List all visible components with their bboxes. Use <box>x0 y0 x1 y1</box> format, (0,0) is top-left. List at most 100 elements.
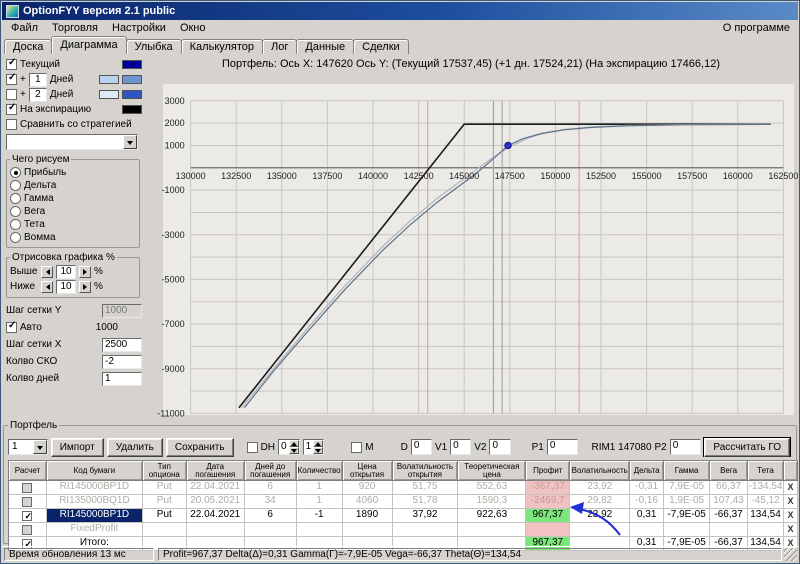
column-header[interactable]: Расчет <box>9 461 47 481</box>
save-button[interactable]: Сохранить <box>165 437 234 457</box>
sko-field[interactable]: -2 <box>102 354 142 369</box>
m-checkbox[interactable] <box>351 441 363 453</box>
tab-log[interactable]: Лог <box>262 39 298 54</box>
above-percent-field[interactable]: 10 <box>56 264 76 279</box>
p1-field[interactable]: 0 <box>546 439 579 455</box>
row-checkbox[interactable] <box>22 524 33 535</box>
column-header[interactable]: Волатильность открытия <box>392 461 459 481</box>
d-field[interactable]: 0 <box>410 439 432 455</box>
chevron-down-icon[interactable] <box>123 134 137 149</box>
v2-field[interactable]: 0 <box>489 439 511 455</box>
column-header[interactable]: Дата погашения <box>186 461 245 481</box>
tab-dannye[interactable]: Данные <box>296 39 355 54</box>
table-row[interactable]: FixedProfit X <box>9 523 798 537</box>
remove-row-button[interactable]: X <box>783 523 798 537</box>
column-header[interactable]: Волатильность <box>570 461 631 481</box>
below-percent-field[interactable]: 10 <box>56 279 76 294</box>
remove-row-button[interactable]: X <box>783 509 798 523</box>
plus2-checkbox[interactable] <box>6 89 17 100</box>
plus2-days-field[interactable]: 2 <box>28 87 47 102</box>
tab-kalkulyator[interactable]: Калькулятор <box>180 39 264 54</box>
calc-go-button[interactable]: Рассчитать ГО <box>704 437 790 457</box>
tab-ulybka[interactable]: Улыбка <box>125 39 182 54</box>
table-row[interactable]: RI135000BQ1D Put 20.05.2021 34 1 4060 51,78 159… <box>9 495 798 509</box>
chevron-down-icon[interactable] <box>32 440 47 454</box>
code-cell[interactable]: RI145000BP1D <box>46 509 143 523</box>
column-header[interactable]: Дельта <box>630 461 665 481</box>
column-header[interactable]: Теоретическая цена <box>458 461 527 481</box>
radio-vomma[interactable] <box>10 232 21 243</box>
column-header[interactable]: Количество <box>296 461 343 481</box>
resize-grip[interactable] <box>784 548 797 561</box>
plus1-days-field[interactable]: 1 <box>28 72 47 87</box>
grid-x-row: Шаг сетки X 2500 <box>6 336 142 353</box>
below-decrease-button[interactable] <box>41 280 53 293</box>
spinner-icon[interactable] <box>313 440 324 454</box>
tab-diagramma[interactable]: Диаграмма <box>51 36 127 54</box>
grid-y-field[interactable]: 1000 <box>102 303 142 318</box>
above-decrease-button[interactable] <box>41 265 53 278</box>
current-checkbox[interactable] <box>6 57 17 70</box>
titlebar[interactable]: OptionFYY версия 2.1 public <box>2 2 798 20</box>
menu-torgovlya[interactable]: Торговля <box>45 21 105 35</box>
spinner-icon[interactable] <box>288 440 299 454</box>
delete-button[interactable]: Удалить <box>106 437 163 457</box>
code-cell[interactable]: RI135000BQ1D <box>46 495 143 509</box>
below-increase-button[interactable] <box>79 280 91 293</box>
menu-fayl[interactable]: Файл <box>4 21 45 35</box>
profit-chart[interactable]: 3000 2000 1000 -1000 -3000 -5000 -7000 -9000 -11… <box>145 74 798 419</box>
auto-checkbox[interactable] <box>6 320 17 333</box>
portfolio-number-select[interactable]: 1 <box>8 439 48 455</box>
tab-sdelki[interactable]: Сделки <box>353 39 409 54</box>
import-button[interactable]: Импорт <box>50 437 104 457</box>
menu-nastroyki[interactable]: Настройки <box>105 21 173 35</box>
dh-spin-1[interactable]: 0 <box>278 439 300 455</box>
row-checkbox[interactable] <box>22 482 33 493</box>
spin-down-icon[interactable] <box>288 447 299 454</box>
spin-up-icon[interactable] <box>313 440 324 447</box>
days-count-field[interactable]: 1 <box>102 371 142 386</box>
row-checkbox[interactable] <box>22 510 33 522</box>
table-row[interactable]: RI145000BP1D Put 22.04.2021 6 1 920 51,75 552,6… <box>9 481 798 495</box>
menu-okno[interactable]: Окно <box>173 21 213 35</box>
svg-text:130000: 130000 <box>176 171 206 181</box>
code-cell[interactable]: FixedProfit <box>46 523 143 537</box>
radio-teta[interactable] <box>10 219 21 230</box>
compare-checkbox[interactable] <box>6 119 17 130</box>
radio-pribyl[interactable] <box>10 167 21 178</box>
radio-delta[interactable] <box>10 180 21 191</box>
svg-text:140000: 140000 <box>358 171 388 181</box>
draw-option-row: Гамма <box>10 192 136 205</box>
tab-doska[interactable]: Доска <box>4 39 53 54</box>
remove-row-button[interactable]: X <box>783 481 798 495</box>
expiry-checkbox[interactable] <box>6 102 17 115</box>
column-header[interactable]: Код бумаги <box>46 461 143 481</box>
v1-field[interactable]: 0 <box>450 439 472 455</box>
radio-gamma[interactable] <box>10 193 21 204</box>
above-increase-button[interactable] <box>79 265 91 278</box>
p2-field[interactable]: 0 <box>669 439 702 455</box>
column-header[interactable]: Вега <box>710 461 749 481</box>
plus1-checkbox[interactable] <box>6 72 17 85</box>
column-header[interactable]: Профит <box>526 461 571 481</box>
column-header[interactable] <box>783 461 798 481</box>
radio-vega[interactable] <box>10 206 21 217</box>
dh-checkbox[interactable] <box>246 441 258 453</box>
menu-o-programme[interactable]: О программе <box>717 21 796 35</box>
strategy-combobox[interactable] <box>6 133 138 150</box>
row-checkbox[interactable] <box>22 496 33 507</box>
grid-x-field[interactable]: 2500 <box>102 337 142 352</box>
column-header[interactable]: Тета <box>748 461 784 481</box>
theta-cell: 134,54 <box>748 509 784 523</box>
dh-spin-2[interactable]: 1 <box>302 439 325 455</box>
spin-down-icon[interactable] <box>313 447 324 454</box>
column-header[interactable]: Дней до погашения <box>244 461 297 481</box>
column-header[interactable]: Цена открытия <box>342 461 393 481</box>
column-header[interactable]: Гамма <box>664 461 711 481</box>
remove-row-button[interactable]: X <box>783 495 798 509</box>
spin-up-icon[interactable] <box>288 440 299 447</box>
portfolio-controls: 1 Импорт Удалить Сохранить DH 0 1 M D 0 … <box>8 437 792 457</box>
table-row[interactable]: RI145000BP1DPut22.04.20216-1189037,92922… <box>9 509 798 523</box>
column-header[interactable]: Тип опциона <box>142 461 187 481</box>
code-cell[interactable]: RI145000BP1D <box>46 481 143 495</box>
